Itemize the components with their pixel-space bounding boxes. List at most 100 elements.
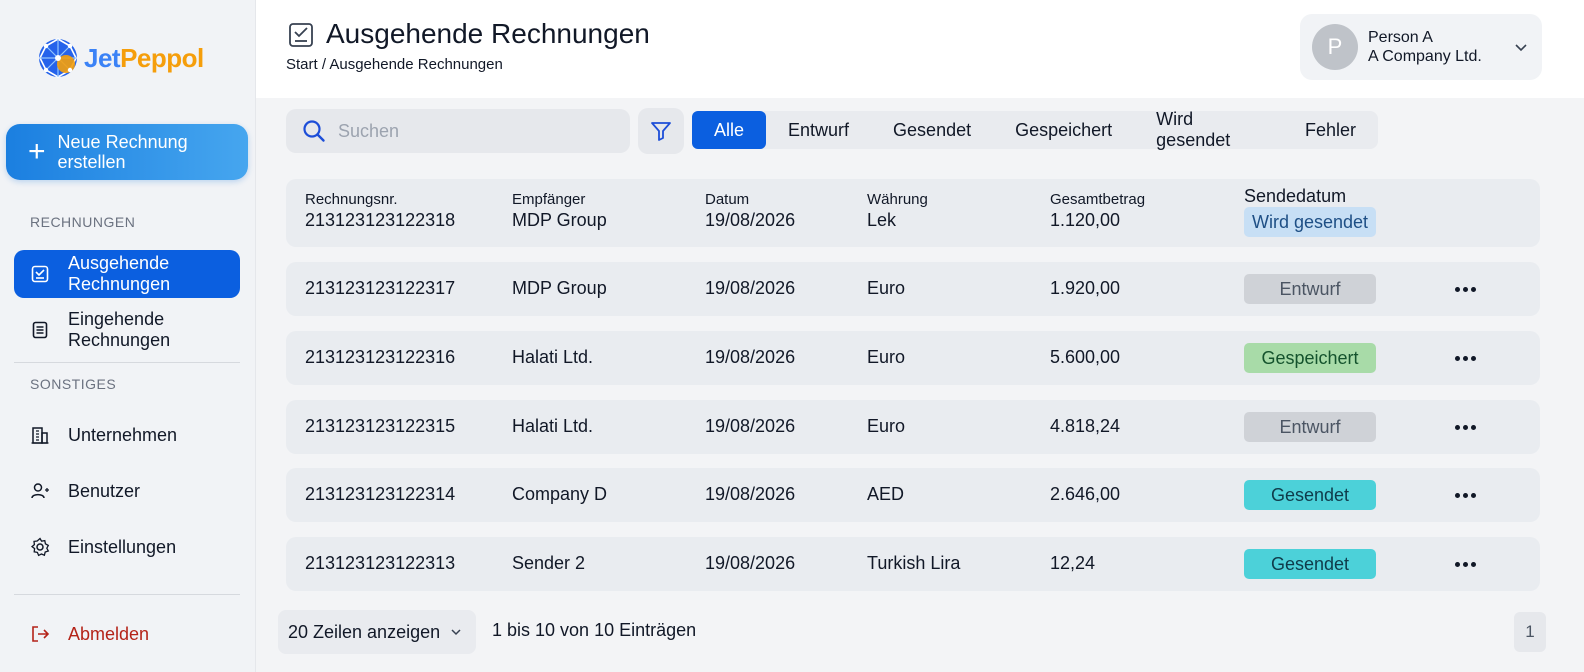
tab-gesendet[interactable]: Gesendet [871, 111, 993, 149]
column-header-number: Rechnungsnr. [305, 191, 398, 208]
sidebar-item-label: Unternehmen [68, 424, 178, 445]
more-options-icon[interactable] [1451, 485, 1479, 505]
logo-globe-icon [39, 38, 77, 78]
table-row[interactable]: Rechnungsnr. 213123123122318 Empfänger M… [286, 179, 1540, 247]
outgoing-invoice-icon [30, 264, 50, 284]
user-icon [30, 481, 50, 501]
status-badge: Gespeichert [1244, 343, 1376, 373]
section-label-other: SONSTIGES [30, 376, 117, 392]
plus-icon: + [28, 135, 46, 168]
sidebar-item-label: Einstellungen [68, 536, 177, 557]
brand-logo[interactable]: JetPeppol [36, 36, 204, 80]
total-amount: 12,24 [1050, 553, 1096, 573]
new-invoice-label: Neue Rechnung erstellen [57, 132, 188, 172]
table-row[interactable]: 213123123122314 Company D 19/08/2026 AED… [286, 468, 1540, 522]
user-menu[interactable]: P Person A A Company Ltd. [1300, 14, 1542, 80]
search-icon [303, 120, 325, 142]
sidebar-item-users[interactable]: Benutzer [14, 467, 240, 515]
logout-button[interactable]: Abmelden [14, 610, 240, 658]
status-badge: Wird gesendet [1244, 207, 1376, 237]
total-amount: 1.120,00 [1050, 210, 1121, 230]
currency: Euro [867, 278, 906, 298]
rows-per-page-select[interactable]: 20 Zeilen anzeigen [278, 610, 476, 654]
sidebar-item-outgoing-invoices[interactable]: Ausgehende Rechnungen [14, 250, 240, 298]
more-options-icon[interactable] [1451, 279, 1479, 299]
currency: Lek [867, 210, 897, 230]
recipient: MDP Group [512, 278, 607, 298]
user-name: Person A [1368, 29, 1433, 46]
page-button[interactable]: 1 [1514, 612, 1546, 652]
recipient: Company D [512, 484, 608, 504]
chevron-down-icon [1515, 44, 1527, 52]
sidebar: JetPeppol + Neue Rechnung erstellen RECH… [0, 0, 256, 672]
tab-alle[interactable]: Alle [692, 111, 767, 149]
recipient: Halati Ltd. [512, 416, 594, 436]
brand-name: JetPeppol [84, 42, 204, 73]
invoice-number: 213123123122318 [305, 210, 456, 230]
logout-label: Abmelden [68, 623, 150, 644]
sidebar-item-companies[interactable]: Unternehmen [14, 411, 240, 459]
cell-total: Gesamtbetrag 1.120,00 [1050, 191, 1145, 231]
invoice-number: 213123123122317 [305, 278, 456, 298]
invoice-date: 19/08/2026 [705, 484, 796, 504]
tab-fehler[interactable]: Fehler [1283, 111, 1378, 149]
logout-icon [30, 624, 50, 644]
gear-icon [30, 537, 50, 557]
sidebar-item-label: Eingehende Rechnungen [68, 309, 171, 350]
currency: AED [867, 484, 905, 504]
currency: Euro [867, 416, 906, 436]
table-row[interactable]: 213123123122313 Sender 2 19/08/2026 Turk… [286, 537, 1540, 591]
cell-recipient: Empfänger MDP Group [512, 191, 607, 231]
total-amount: 2.646,00 [1050, 484, 1121, 504]
entries-info: 1 bis 10 von 10 Einträgen [492, 620, 697, 640]
filter-button[interactable] [638, 108, 684, 154]
status-badge: Gesendet [1244, 480, 1376, 510]
invoice-date: 19/08/2026 [705, 416, 796, 436]
table-row[interactable]: 213123123122316 Halati Ltd. 19/08/2026 E… [286, 331, 1540, 385]
invoice-date: 19/08/2026 [705, 347, 796, 367]
invoice-number: 213123123122315 [305, 416, 456, 436]
sidebar-item-incoming-invoices[interactable]: Eingehende Rechnungen [14, 306, 240, 354]
status-tabs: Alle Entwurf Gesendet Gespeichert Wird g… [692, 109, 1378, 150]
sidebar-item-label: Ausgehende Rechnungen [68, 253, 171, 294]
sidebar-item-settings[interactable]: Einstellungen [14, 523, 240, 571]
user-info: Person A A Company Ltd. [1368, 28, 1482, 66]
cell-number: Rechnungsnr. 213123123122318 [305, 191, 455, 231]
currency: Turkish Lira [867, 553, 961, 573]
avatar: P [1312, 24, 1358, 70]
new-invoice-button[interactable]: + Neue Rechnung erstellen [6, 124, 248, 180]
page-header: Ausgehende Rechnungen Start / Ausgehende… [256, 0, 1584, 98]
user-company: A Company Ltd. [1368, 48, 1482, 65]
search-input[interactable] [338, 120, 618, 142]
more-options-icon[interactable] [1451, 348, 1479, 368]
invoice-date: 19/08/2026 [705, 553, 796, 573]
total-amount: 1.920,00 [1050, 278, 1121, 298]
tab-wird-gesendet[interactable]: Wird gesendet [1134, 109, 1283, 150]
tab-entwurf[interactable]: Entwurf [766, 111, 871, 149]
search-box[interactable] [286, 109, 630, 153]
invoice-number: 213123123122313 [305, 553, 456, 573]
cell-date: Datum 19/08/2026 [705, 191, 795, 231]
recipient: MDP Group [512, 210, 607, 230]
total-amount: 4.818,24 [1050, 416, 1121, 436]
chevron-down-icon [451, 629, 461, 636]
total-amount: 5.600,00 [1050, 347, 1121, 367]
rows-per-page-label: 20 Zeilen anzeigen [288, 621, 441, 642]
invoice-number: 213123123122314 [305, 484, 456, 504]
table-row[interactable]: 213123123122315 Halati Ltd. 19/08/2026 E… [286, 400, 1540, 454]
incoming-invoice-icon [30, 320, 50, 340]
building-icon [30, 425, 50, 445]
page-title: Ausgehende Rechnungen [326, 18, 650, 49]
invoice-number: 213123123122316 [305, 347, 456, 367]
table-row[interactable]: 213123123122317 MDP Group 19/08/2026 Eur… [286, 262, 1540, 316]
section-label-invoices: RECHNUNGEN [30, 214, 136, 230]
cell-currency: Währung Lek [867, 191, 928, 231]
column-header-total: Gesamtbetrag [1050, 191, 1146, 208]
outgoing-invoice-icon [289, 23, 313, 47]
tab-gespeichert[interactable]: Gespeichert [993, 111, 1134, 149]
more-options-icon[interactable] [1451, 417, 1479, 437]
sidebar-divider [14, 594, 240, 595]
breadcrumb[interactable]: Start / Ausgehende Rechnungen [286, 56, 503, 73]
more-options-icon[interactable] [1451, 554, 1479, 574]
status-badge: Entwurf [1244, 412, 1376, 442]
